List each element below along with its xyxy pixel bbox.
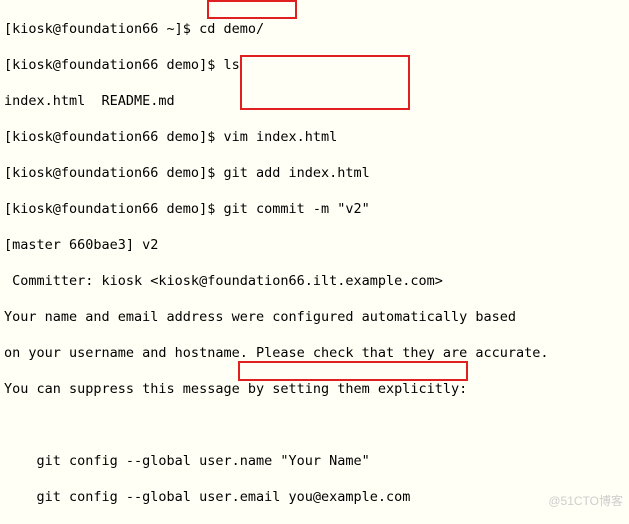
- command-git-add: git add index.html: [223, 165, 369, 181]
- output: You can suppress this message by setting…: [4, 381, 467, 397]
- command-cd: cd demo/: [199, 21, 264, 37]
- output: git config --global user.email you@examp…: [4, 489, 410, 505]
- terminal-output[interactable]: [kiosk@foundation66 ~]$ cd demo/ [kiosk@…: [0, 0, 629, 524]
- command-ls: ls: [223, 57, 239, 73]
- prompt: [kiosk@foundation66 demo]$: [4, 201, 223, 217]
- prompt: [kiosk@foundation66 demo]$: [4, 57, 223, 73]
- prompt: [kiosk@foundation66 ~]$: [4, 21, 199, 37]
- output: Committer: kiosk <kiosk@foundation66.ilt…: [4, 273, 443, 289]
- prompt: [kiosk@foundation66 demo]$: [4, 129, 223, 145]
- command-vim: vim index.html: [223, 129, 337, 145]
- output: git config --global user.name "Your Name…: [4, 453, 370, 469]
- output: [master 660bae3] v2: [4, 237, 158, 253]
- output: Your name and email address were configu…: [4, 309, 516, 325]
- output: on your username and hostname. Please ch…: [4, 345, 549, 361]
- command-git-commit: git commit -m "v2": [223, 201, 369, 217]
- prompt: [kiosk@foundation66 demo]$: [4, 165, 223, 181]
- output-ls: index.html README.md: [4, 93, 175, 109]
